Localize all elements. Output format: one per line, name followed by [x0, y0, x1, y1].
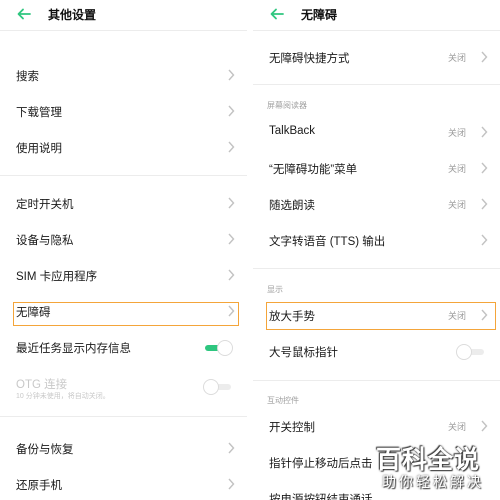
item-label: SIM 卡应用程序	[16, 271, 98, 283]
settings-item-recent-tasks-memory[interactable]: 最近任务显示内存信息	[0, 330, 247, 366]
item-label: 随选朗读	[269, 200, 315, 212]
item-accessibility-menu[interactable]: “无障碍功能”菜单 关闭	[253, 151, 500, 187]
header: 无障碍	[253, 0, 500, 28]
chevron-right-icon	[481, 198, 488, 210]
item-value: 关闭	[447, 53, 466, 63]
divider	[253, 380, 500, 381]
chevron-right-icon	[228, 233, 235, 245]
page-title: 无障碍	[301, 8, 338, 22]
highlight-box	[13, 302, 239, 326]
section-label-display: 显示	[267, 285, 283, 294]
divider	[0, 30, 247, 31]
memory-info-toggle[interactable]	[203, 339, 235, 357]
item-label: 备份与恢复	[16, 444, 74, 456]
highlight-box	[266, 302, 496, 330]
divider	[253, 268, 500, 269]
other-settings-panel: 其他设置 搜索 下载管理 使用说明 定时开关机 设备与隐私 SIM 卡应用程序 …	[0, 0, 247, 500]
watermark-title: 百科全说	[376, 446, 481, 474]
large-pointer-toggle[interactable]	[456, 343, 488, 361]
toggle-knob	[217, 340, 233, 356]
chevron-right-icon	[228, 269, 235, 281]
settings-item-sim-apps[interactable]: SIM 卡应用程序	[0, 258, 247, 294]
item-value: 关闭	[447, 164, 466, 174]
back-arrow-icon[interactable]	[269, 6, 285, 22]
back-arrow-icon[interactable]	[16, 6, 32, 22]
chevron-right-icon	[228, 141, 235, 153]
watermark: 百科全说 助你轻松解决	[372, 440, 500, 500]
toggle-knob	[203, 379, 219, 395]
item-label: 最近任务显示内存信息	[16, 343, 131, 355]
item-label: 无障碍快捷方式	[269, 53, 350, 65]
chevron-right-icon	[228, 442, 235, 454]
chevron-right-icon	[228, 197, 235, 209]
item-label: 按电源按钮结束通话	[269, 494, 373, 500]
settings-item-otg[interactable]: OTG 连接 10 分钟未使用，将自动关闭。	[0, 366, 247, 408]
item-label: 指针停止移动后点击	[269, 458, 373, 470]
page-title: 其他设置	[48, 8, 97, 22]
settings-item-backup-restore[interactable]: 备份与恢复	[0, 431, 247, 467]
section-label-screen-reader: 屏幕阅读器	[267, 101, 307, 110]
header: 其他设置	[0, 0, 247, 28]
item-label: 搜索	[16, 71, 39, 83]
chevron-right-icon	[481, 420, 488, 432]
chevron-right-icon	[228, 478, 235, 490]
watermark-subtitle: 助你轻松解决	[382, 474, 484, 490]
accessibility-shortcut[interactable]: 无障碍快捷方式 关闭	[253, 40, 500, 76]
divider	[253, 84, 500, 85]
chevron-right-icon	[481, 234, 488, 246]
item-tts-output[interactable]: 文字转语音 (TTS) 输出	[253, 223, 500, 259]
settings-item-reset-phone[interactable]: 还原手机	[0, 467, 247, 500]
item-sublabel: 10 分钟未使用，将自动关闭。	[16, 393, 110, 400]
chevron-right-icon	[481, 162, 488, 174]
chevron-right-icon	[228, 105, 235, 117]
item-value: 关闭	[447, 128, 466, 138]
chevron-right-icon	[481, 126, 488, 138]
item-label: 文字转语音 (TTS) 输出	[269, 236, 386, 248]
item-label: “无障碍功能”菜单	[269, 164, 358, 176]
chevron-right-icon	[481, 51, 488, 63]
accessibility-panel: 无障碍 无障碍快捷方式 关闭 屏幕阅读器 TalkBack 关闭 “无障碍功能”…	[253, 0, 500, 500]
item-label: 使用说明	[16, 143, 62, 155]
item-label: TalkBack	[269, 125, 316, 137]
item-select-to-speak[interactable]: 随选朗读 关闭	[253, 187, 500, 223]
settings-item-download-manager[interactable]: 下载管理	[0, 94, 247, 130]
item-label: 定时开关机	[16, 199, 74, 211]
section-label-interaction: 互动控件	[267, 396, 299, 405]
item-label: OTG 连接	[16, 379, 68, 391]
item-value: 关闭	[447, 422, 466, 432]
divider	[0, 416, 247, 417]
item-value: 关闭	[447, 200, 466, 210]
item-label: 下载管理	[16, 107, 62, 119]
divider	[0, 175, 247, 176]
settings-item-instructions[interactable]: 使用说明	[0, 130, 247, 166]
item-label: 开关控制	[269, 422, 315, 434]
item-label: 大号鼠标指针	[269, 347, 338, 359]
toggle-knob	[456, 344, 472, 360]
item-talkback[interactable]: TalkBack 关闭	[253, 115, 500, 151]
chevron-right-icon	[228, 69, 235, 81]
settings-item-device-privacy[interactable]: 设备与隐私	[0, 222, 247, 258]
otg-toggle[interactable]	[203, 378, 235, 396]
item-large-pointer[interactable]: 大号鼠标指针	[253, 334, 500, 370]
settings-item-scheduled-power[interactable]: 定时开关机	[0, 186, 247, 222]
item-label: 还原手机	[16, 480, 62, 492]
item-label: 设备与隐私	[16, 235, 74, 247]
settings-item-search[interactable]: 搜索	[0, 58, 247, 94]
divider	[253, 30, 500, 31]
